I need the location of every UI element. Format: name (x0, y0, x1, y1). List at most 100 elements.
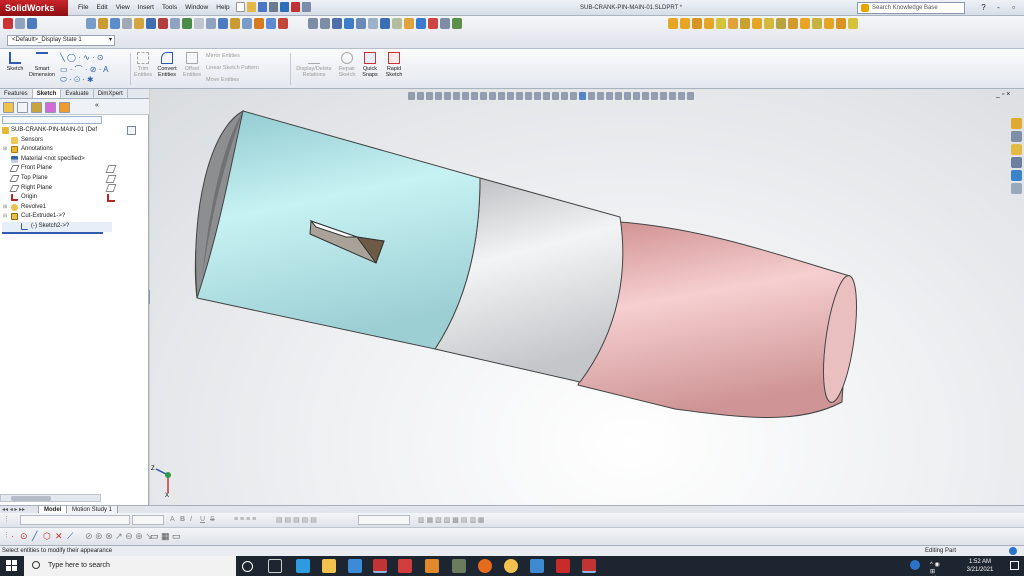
right-view-icon[interactable] (642, 92, 649, 100)
start-button[interactable] (0, 556, 24, 576)
shadows-icon[interactable] (597, 92, 604, 100)
repair-sketch-button[interactable]: Repair Sketch (336, 52, 358, 78)
tab-features[interactable]: Features (0, 89, 33, 98)
solidworks-logo[interactable]: SolidWorks (0, 0, 68, 16)
app-blue-icon[interactable] (530, 559, 544, 573)
line-format-icons[interactable]: ▥ ▦ ▧ ▨ ▩ ▤ ▥ ▦ (418, 516, 485, 524)
appearances-icon[interactable] (1011, 170, 1022, 181)
italic-button[interactable]: I (190, 516, 192, 523)
tab-evaluate[interactable]: Evaluate (61, 89, 94, 98)
point-tool-icon[interactable]: · (11, 531, 14, 541)
strikethrough-button[interactable]: S (210, 516, 215, 523)
curvature-icon[interactable] (606, 92, 613, 100)
expand-icon[interactable]: ⊞ (3, 145, 7, 155)
tree-item-front-plane[interactable]: Front Plane (2, 164, 112, 174)
rollback-bar[interactable] (2, 232, 103, 234)
zoom-in-icon[interactable] (426, 92, 433, 100)
notification-icon[interactable] (1010, 561, 1019, 570)
font-size-combo[interactable] (132, 515, 164, 525)
scroll-thumb[interactable] (11, 496, 51, 501)
apply-scene-icon[interactable] (534, 92, 541, 100)
display-state-dropdown[interactable]: <Default>_Display State 1 (7, 35, 115, 46)
tree-item-cut-extrude1[interactable]: ⊟ Cut-Extrude1->? (2, 212, 112, 222)
align-buttons-icon[interactable]: ≡ ≡ ≡ ≡ (234, 516, 256, 523)
shaded-icon[interactable] (579, 92, 586, 100)
perspective-icon[interactable] (588, 92, 595, 100)
trim-tool-icon[interactable]: ⟋ (67, 531, 73, 542)
open-icon[interactable] (247, 2, 256, 12)
taskbar-clock[interactable]: 1:52 AM 3/21/2021 (960, 558, 1000, 574)
3d-zoom-icon[interactable] (471, 92, 478, 100)
bold-toggle[interactable]: B (180, 516, 185, 523)
zoom-fit-icon[interactable] (408, 92, 415, 100)
minimize-button[interactable]: - (991, 0, 1006, 16)
mail-icon[interactable] (348, 559, 362, 573)
zebra-icon[interactable] (615, 92, 622, 100)
normal-to-icon[interactable] (660, 92, 667, 100)
spacing-buttons-icon[interactable]: ▤ ▤ ▤ ▤ ▤ (276, 516, 317, 524)
tree-filter-field[interactable] (2, 116, 102, 124)
tab-dimxpert[interactable]: DimXpert (94, 89, 128, 98)
help-button[interactable]: ? (976, 0, 991, 16)
tree-item-top-plane[interactable]: Top Plane (2, 174, 112, 184)
app-green-icon[interactable] (452, 559, 466, 573)
tree-item-annotations[interactable]: ⊞ Annotations (2, 145, 112, 155)
tab-nav-arrows[interactable]: ◂◂ ◂ ▸ ▸▸ (2, 506, 25, 513)
sw-menu-icon[interactable] (3, 18, 13, 29)
menu-tools[interactable]: Tools (158, 0, 181, 16)
file-explorer-taskbar-icon[interactable] (322, 559, 336, 573)
save-icon[interactable] (258, 2, 267, 12)
model-canvas[interactable] (150, 89, 1024, 505)
tree-item-sensors[interactable]: Sensors (2, 136, 112, 146)
convert-entities-button[interactable]: Convert Entities (155, 52, 179, 78)
previous-view-icon[interactable] (480, 92, 487, 100)
display-delete-relations-button[interactable]: Display/Delete Relations (294, 52, 334, 78)
windows-search-box[interactable]: Type here to search (24, 556, 236, 576)
resources-icon[interactable] (1011, 118, 1022, 129)
front-view-icon[interactable] (624, 92, 631, 100)
origin-visibility-icon[interactable] (107, 193, 115, 202)
print-icon[interactable] (269, 2, 278, 12)
menu-edit[interactable]: Edit (92, 0, 111, 16)
two-view-icon[interactable] (678, 92, 685, 100)
tree-item-right-plane[interactable]: Right Plane (2, 184, 112, 194)
layer-combo[interactable] (358, 515, 410, 525)
app-red-icon[interactable] (398, 559, 412, 573)
acrobat-icon[interactable] (556, 559, 570, 573)
hide-show-icon[interactable] (516, 92, 523, 100)
plane-visibility-icon[interactable] (105, 165, 117, 173)
slot-tools-icon[interactable]: ⬭ · ⊙ · ✱ (60, 75, 93, 85)
menu-help[interactable]: Help (212, 0, 233, 16)
underline-button[interactable]: U (200, 516, 205, 523)
configuration-manager-icon[interactable] (31, 102, 42, 113)
line-tool-icon[interactable]: ╱ (32, 531, 37, 542)
grid-tools-icon[interactable]: ▭ ▦ ▭ (150, 531, 181, 542)
menu-insert[interactable]: Insert (134, 0, 158, 16)
dimxpert-manager-icon[interactable] (45, 102, 56, 113)
edit-appearance-icon[interactable] (525, 92, 532, 100)
collapse-panel-icon[interactable]: « (95, 102, 99, 109)
task-view-icon[interactable] (268, 559, 282, 573)
app-orange-icon[interactable] (425, 559, 439, 573)
zoom-area-icon[interactable] (417, 92, 424, 100)
offset-entities-button[interactable]: Offset Entities (181, 52, 203, 78)
roll-icon[interactable] (462, 92, 469, 100)
sketch-tools-strip-icon[interactable]: ⊘ ⊛ ⊗ ↗ ⊖ ⊕ ↘ (85, 531, 153, 542)
restore-button[interactable]: ▫ (1006, 0, 1021, 16)
display-style-icon[interactable] (507, 92, 514, 100)
rapid-sketch-button[interactable]: Rapid Sketch (383, 52, 405, 78)
hidden-lines-icon[interactable] (561, 92, 568, 100)
solidworks-window-icon[interactable] (582, 559, 596, 573)
expand-icon[interactable]: ⊞ (3, 203, 7, 213)
help-tray-icon[interactable] (910, 560, 920, 570)
view-settings-icon[interactable] (543, 92, 550, 100)
plane-visibility-icon[interactable] (105, 174, 117, 183)
file-explorer-icon[interactable] (1011, 144, 1022, 155)
rebuild-icon[interactable] (291, 2, 300, 12)
single-view-icon[interactable] (669, 92, 676, 100)
knowledge-base-search[interactable]: Search Knowledge Base (857, 2, 965, 14)
custom-properties-icon[interactable] (1011, 183, 1022, 194)
linear-sketch-pattern-button[interactable]: Linear Sketch Pattern (206, 65, 259, 71)
wireframe-icon[interactable] (552, 92, 559, 100)
tab-sketch[interactable]: Sketch (32, 89, 62, 98)
